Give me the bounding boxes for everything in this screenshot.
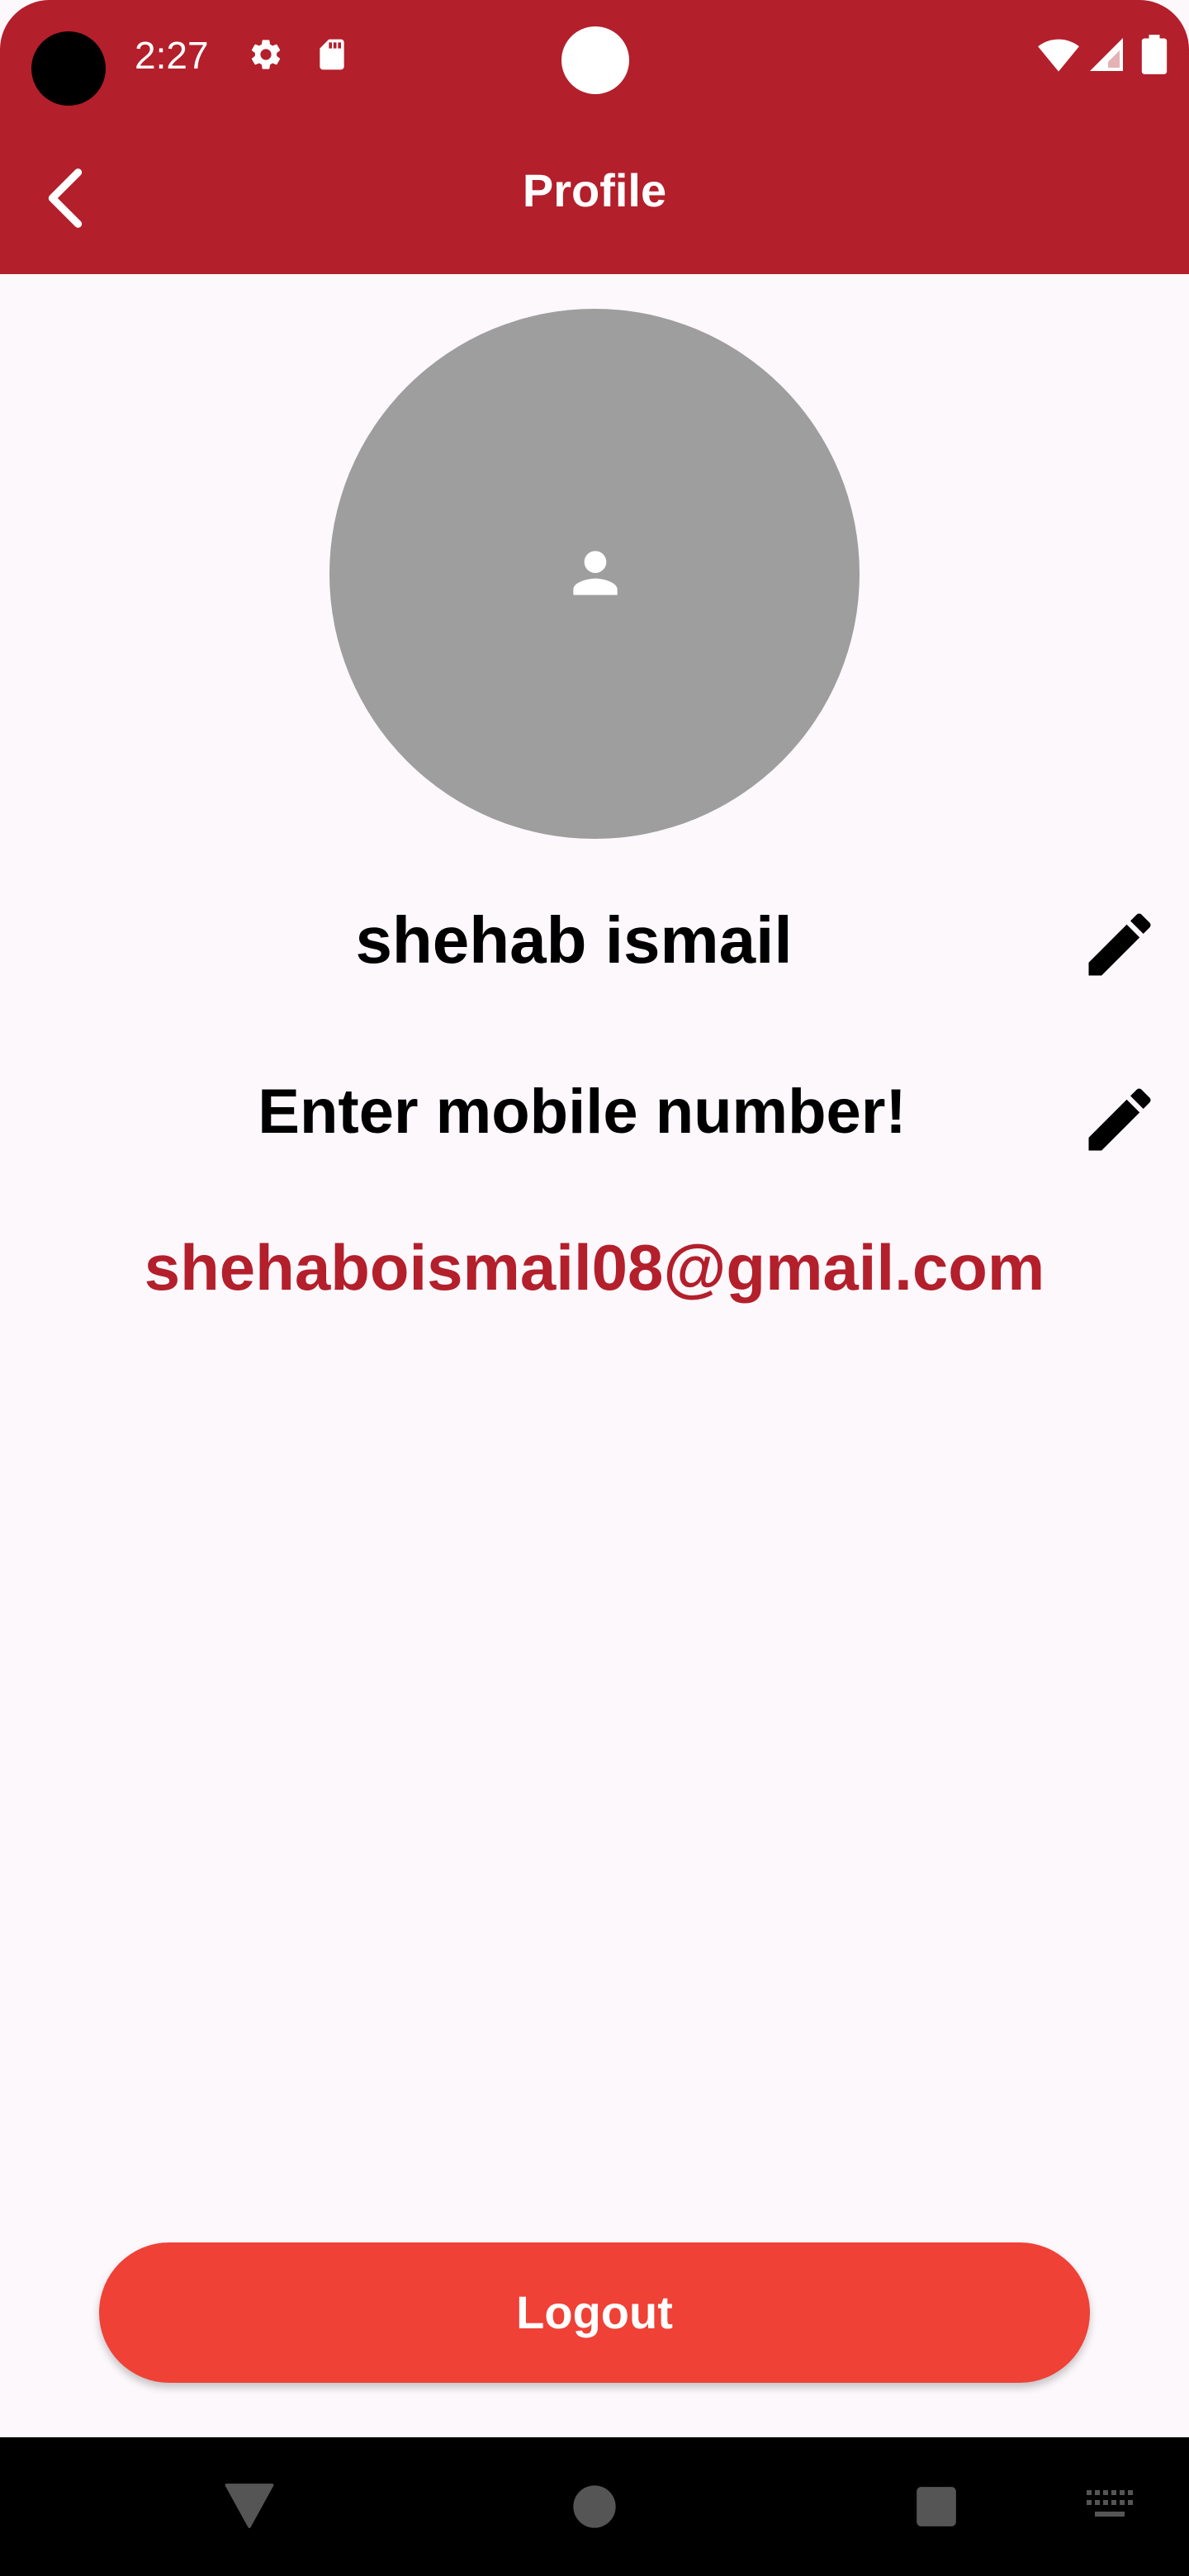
- app-bar: Profile: [0, 124, 1189, 274]
- recents-square-icon[interactable]: [915, 2485, 958, 2528]
- sd-card-icon: [320, 39, 344, 70]
- profile-screen: 2:27 Profile shehab ismail Enter mobile …: [0, 0, 1189, 2576]
- pencil-icon: [1088, 913, 1151, 976]
- keyboard-icon[interactable]: [1085, 2488, 1135, 2522]
- edit-name-button[interactable]: [1078, 903, 1161, 986]
- logout-button[interactable]: Logout: [99, 2242, 1090, 2383]
- person-icon: [573, 551, 618, 595]
- battery-icon: [1141, 35, 1168, 74]
- profile-name: shehab ismail: [355, 903, 793, 977]
- pencil-icon: [1088, 1088, 1151, 1151]
- edit-phone-button[interactable]: [1078, 1078, 1161, 1161]
- back-triangle-icon[interactable]: [225, 2483, 274, 2529]
- wifi-icon: [1038, 39, 1079, 72]
- settings-gear-icon: [251, 40, 281, 69]
- page-title: Profile: [522, 164, 667, 216]
- status-time: 2:27: [135, 34, 209, 77]
- home-circle-icon[interactable]: [571, 2484, 618, 2530]
- front-camera: [31, 31, 106, 106]
- system-nav-bar: [0, 2437, 1189, 2576]
- cellular-signal-icon: [1090, 38, 1123, 71]
- status-bar: 2:27: [0, 0, 1189, 124]
- center-camera: [561, 26, 629, 94]
- profile-email: shehaboismail08@gmail.com: [144, 1231, 1045, 1304]
- profile-phone: Enter mobile number!: [258, 1077, 907, 1147]
